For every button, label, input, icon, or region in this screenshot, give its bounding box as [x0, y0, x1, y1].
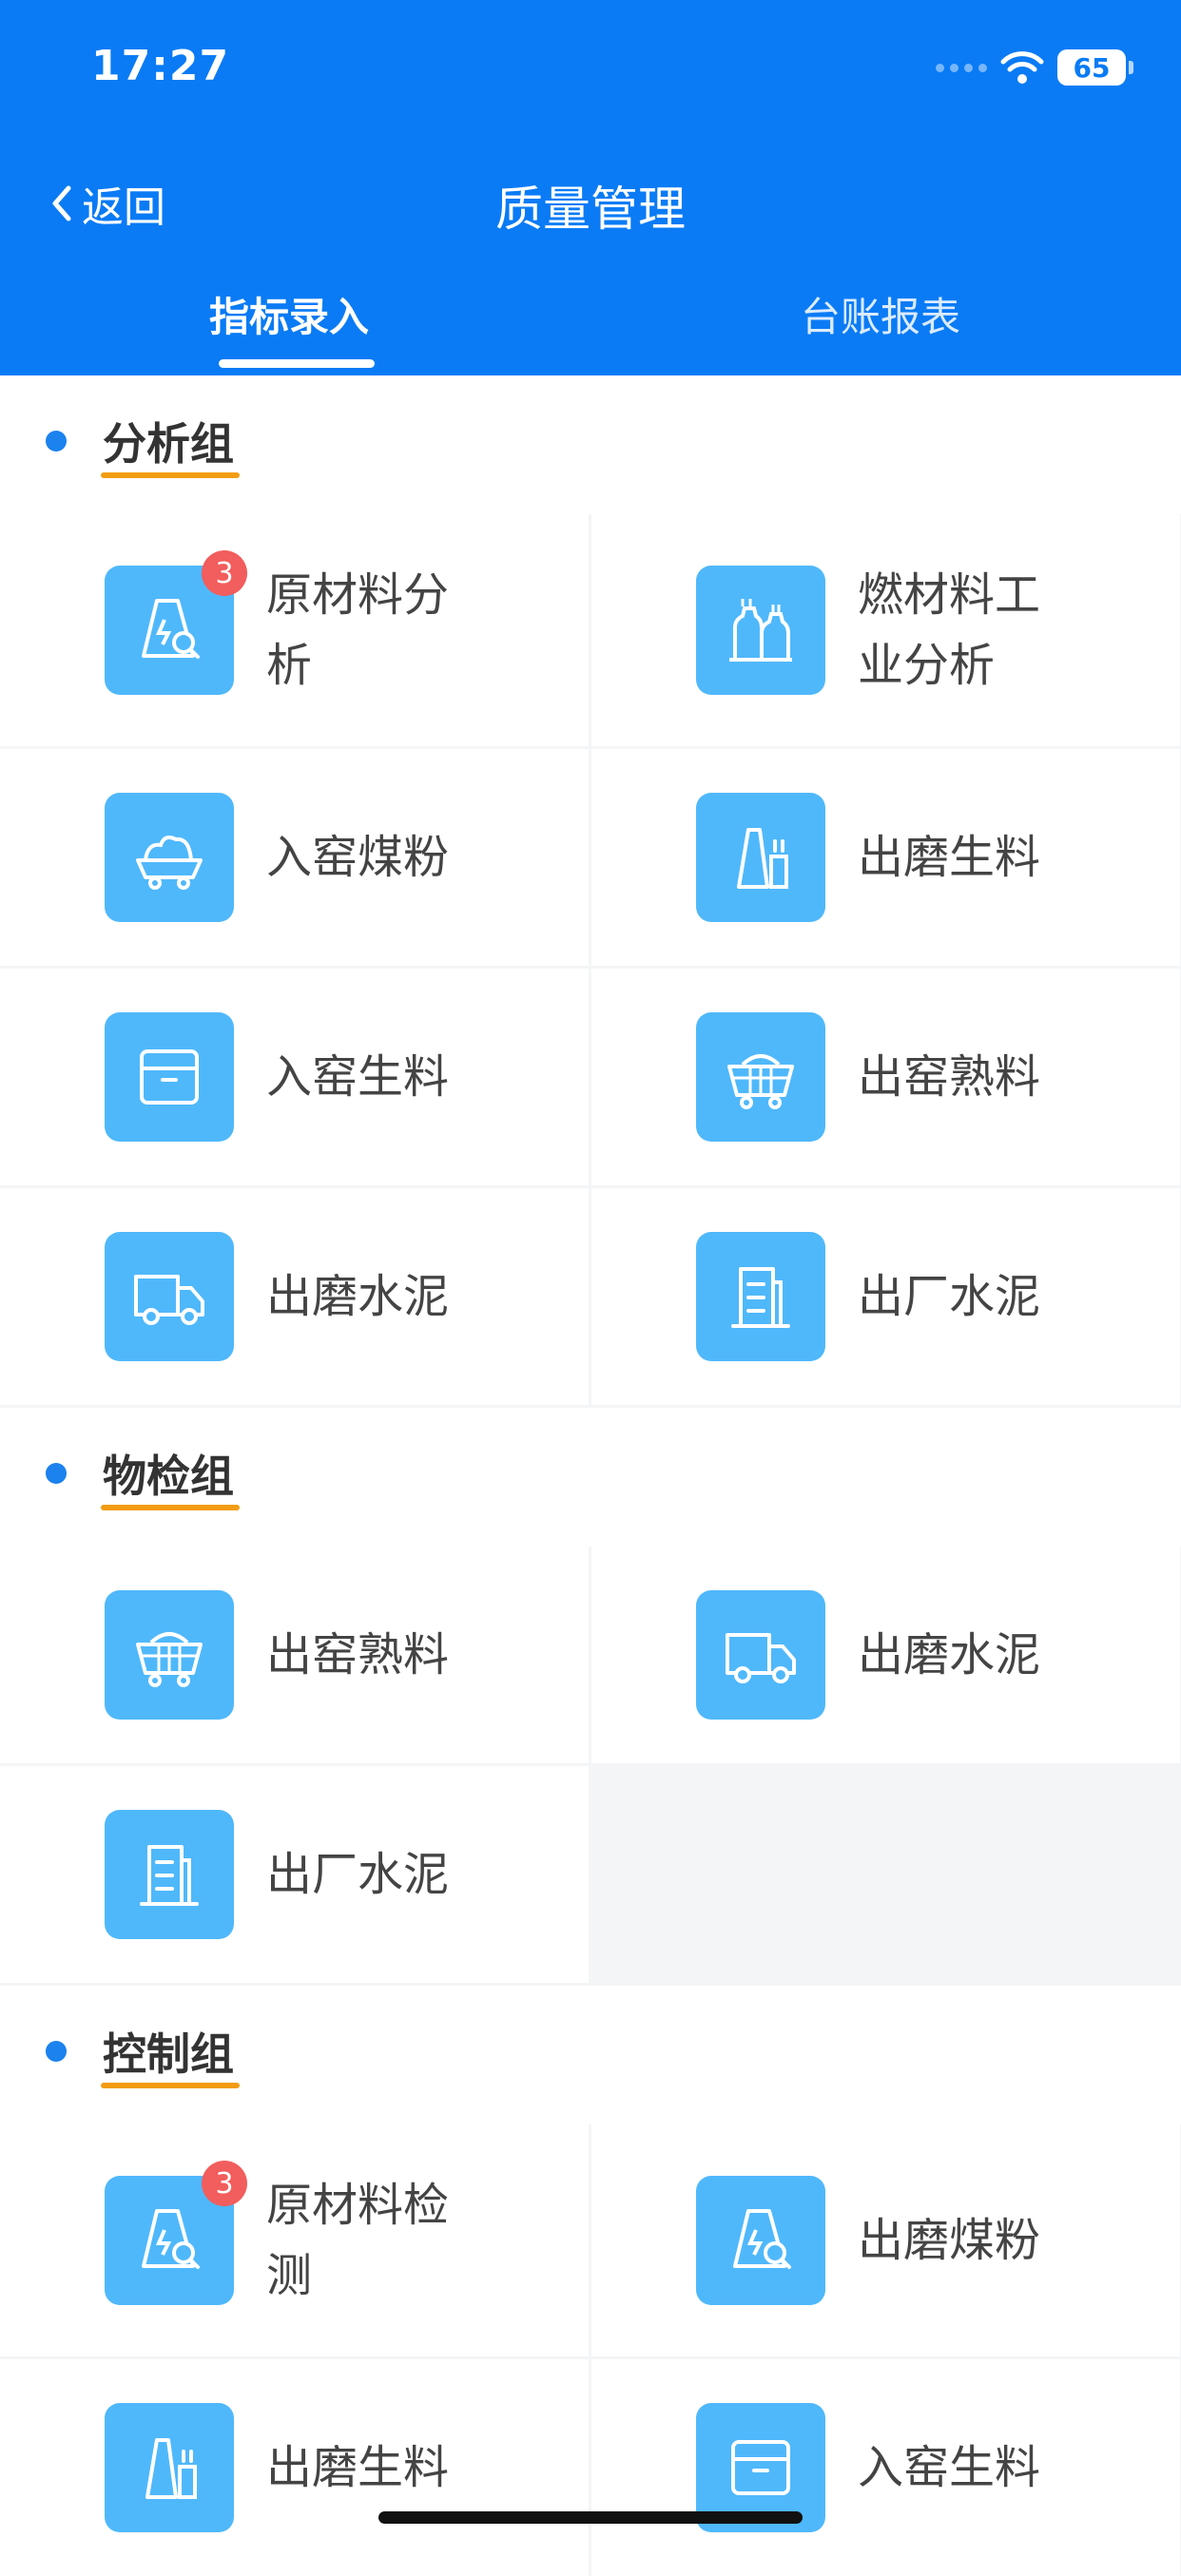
- box-icon: [105, 1012, 234, 1142]
- building-icon: [105, 1810, 234, 1939]
- section-dot: [46, 2041, 67, 2062]
- section-underline: [101, 2083, 240, 2088]
- item-label: 原材料分析: [266, 568, 450, 692]
- mill-silo-icon: [696, 793, 825, 922]
- item-label: 出窑熟料: [858, 1050, 1041, 1104]
- content-list: 分析组 3 原材料分析 燃材料工业分析 入窑煤粉 出磨生料 入窑生料 出窑熟料 …: [0, 375, 1181, 2576]
- basket-cart-icon: [696, 1012, 825, 1142]
- item-label: 出磨生料: [266, 2441, 450, 2494]
- section-title: 分析组: [103, 418, 234, 470]
- section-dot: [46, 1463, 67, 1484]
- building-icon: [696, 1232, 825, 1361]
- section-underline: [101, 472, 240, 478]
- coal-cart-icon: [105, 793, 234, 922]
- app-header: 17:27 65 返回 质量管理 指标录入 台账报表: [0, 0, 1181, 375]
- battery-indicator: 65: [1057, 49, 1133, 86]
- truck-icon: [696, 1590, 825, 1720]
- grid-item[interactable]: 出磨水泥: [0, 1188, 589, 1405]
- section-header-analysis: 分析组: [0, 375, 1181, 514]
- section-title: 控制组: [103, 2028, 234, 2080]
- grid-item[interactable]: 出窑熟料: [591, 969, 1180, 1185]
- grid-item[interactable]: 3 原材料检测: [0, 2124, 589, 2356]
- grid-item[interactable]: 出厂水泥: [591, 1188, 1180, 1405]
- item-label: 入窑生料: [858, 2441, 1041, 2494]
- physical-grid: 出窑熟料 出磨水泥 出厂水泥: [0, 1547, 1181, 1983]
- item-label: 燃材料工业分析: [858, 568, 1041, 692]
- flask-search-icon: [696, 2176, 825, 2305]
- status-indicators: 65: [936, 49, 1133, 86]
- page-title: 质量管理: [495, 182, 686, 237]
- section-dot: [46, 431, 67, 452]
- grid-item[interactable]: 燃材料工业分析: [591, 514, 1180, 746]
- item-label: 出厂水泥: [266, 1848, 450, 1901]
- section-title: 物检组: [103, 1451, 234, 1502]
- section-header-physical: 物检组: [0, 1408, 1181, 1547]
- tab-indicator-entry[interactable]: 指标录入: [209, 285, 369, 343]
- grid-item[interactable]: 出磨生料: [591, 749, 1180, 966]
- analysis-grid: 3 原材料分析 燃材料工业分析 入窑煤粉 出磨生料 入窑生料 出窑熟料 出磨水泥…: [0, 514, 1181, 1405]
- active-tab-underline: [219, 359, 375, 368]
- item-label: 出磨水泥: [266, 1270, 450, 1323]
- grid-item[interactable]: 出磨水泥: [591, 1547, 1180, 1763]
- home-indicator[interactable]: [378, 2511, 803, 2524]
- section-header-control: 控制组: [0, 1986, 1181, 2124]
- notification-badge: 3: [202, 2161, 247, 2206]
- status-time: 17:27: [91, 42, 230, 90]
- factory-chimney-icon: [696, 566, 825, 695]
- grid-item[interactable]: 3 原材料分析: [0, 514, 589, 746]
- tab-ledger-report[interactable]: 台账报表: [801, 285, 960, 343]
- item-label: 出磨水泥: [858, 1628, 1041, 1682]
- grid-item[interactable]: 入窑生料: [591, 2359, 1180, 2576]
- item-label: 出窑熟料: [266, 1628, 450, 1682]
- item-label: 出厂水泥: [858, 1270, 1041, 1323]
- section-underline: [101, 1505, 240, 1510]
- control-grid: 3 原材料检测 出磨煤粉 出磨生料 入窑生料: [0, 2124, 1181, 2576]
- signal-icon: [936, 63, 987, 72]
- grid-item[interactable]: 出窑熟料: [0, 1547, 589, 1763]
- item-label: 原材料检测: [266, 2179, 450, 2302]
- grid-item[interactable]: 入窑煤粉: [0, 749, 589, 966]
- grid-item[interactable]: 出厂水泥: [0, 1766, 589, 1983]
- item-label: 出磨煤粉: [858, 2214, 1041, 2267]
- item-label: 入窑生料: [266, 1050, 450, 1104]
- item-label: 入窑煤粉: [266, 831, 450, 884]
- truck-icon: [105, 1232, 234, 1361]
- grid-item[interactable]: 出磨煤粉: [591, 2124, 1180, 2356]
- mill-silo-icon: [105, 2403, 234, 2532]
- grid-item[interactable]: 入窑生料: [0, 969, 589, 1185]
- item-label: 出磨生料: [858, 831, 1041, 884]
- grid-item[interactable]: 出磨生料: [0, 2359, 589, 2576]
- basket-cart-icon: [105, 1590, 234, 1720]
- notification-badge: 3: [202, 550, 247, 596]
- wifi-icon: [1000, 51, 1044, 84]
